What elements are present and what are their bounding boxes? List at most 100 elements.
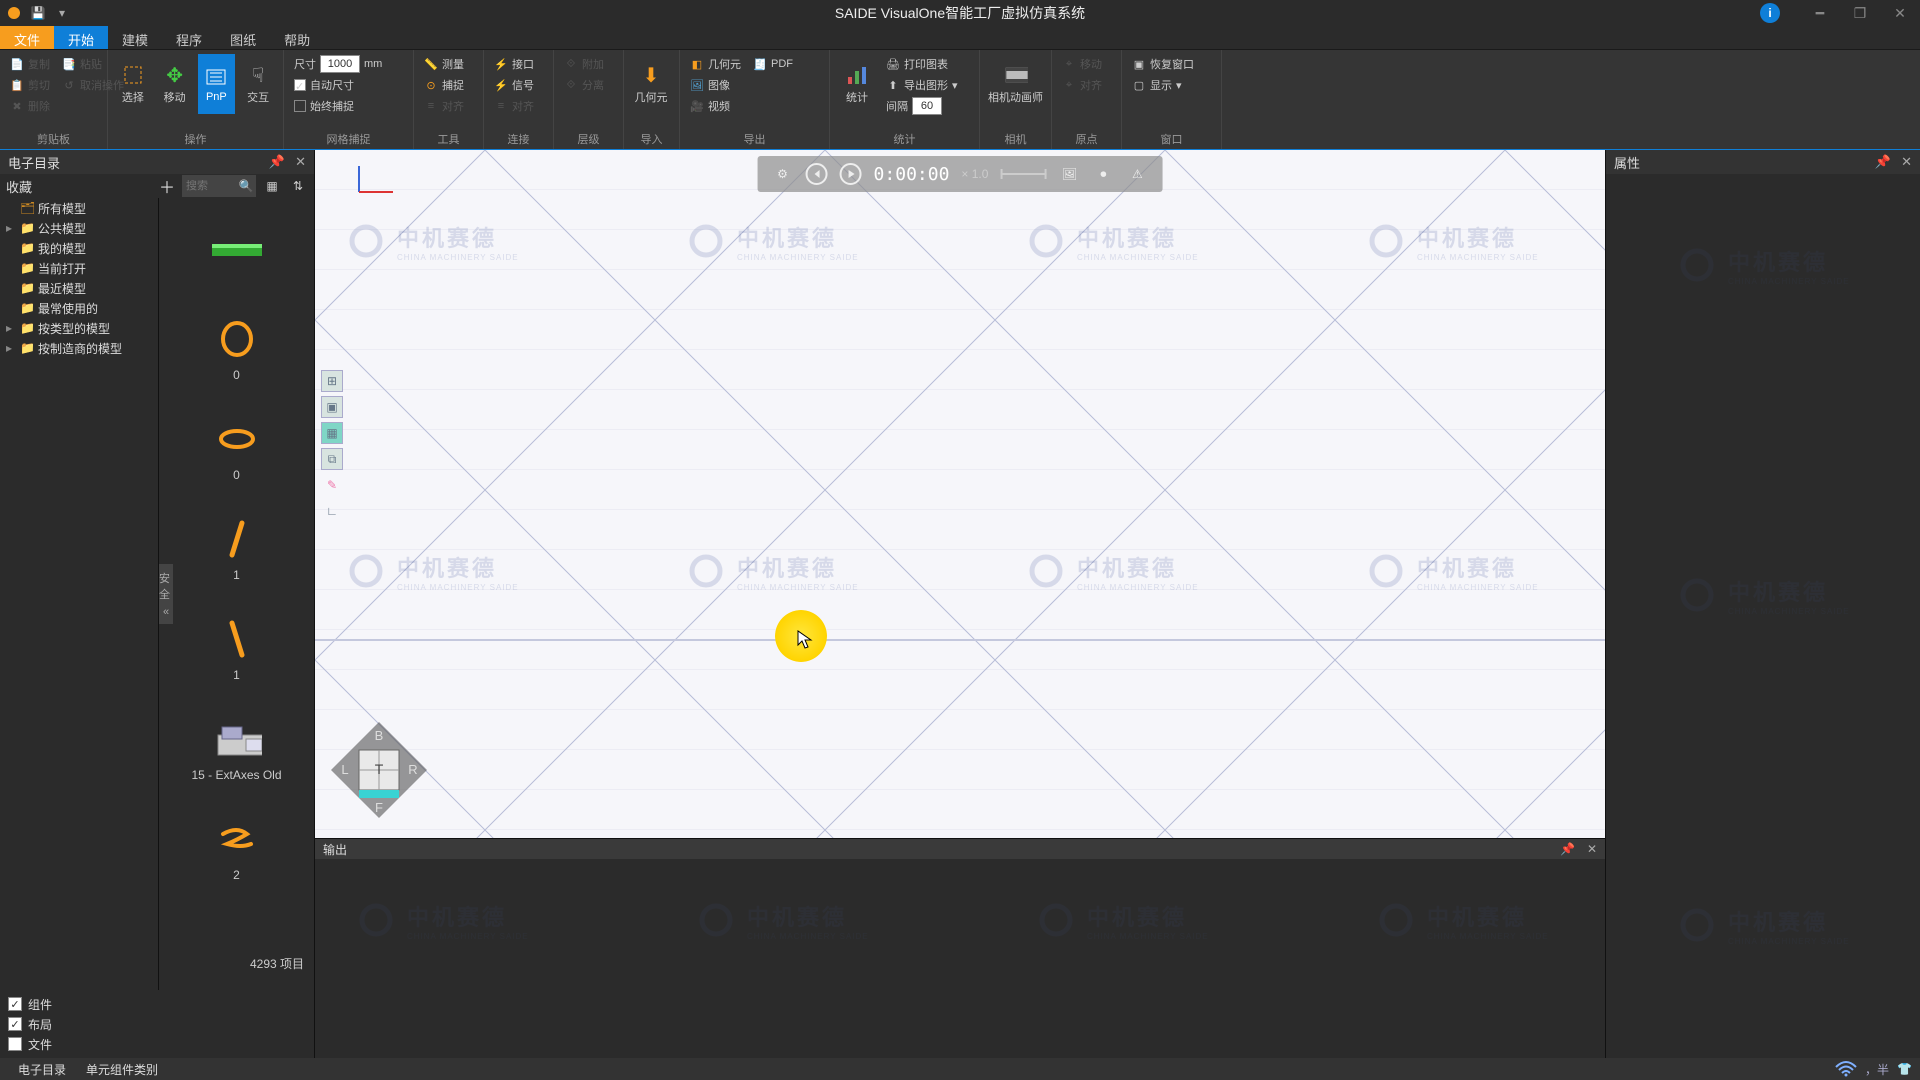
menu-file[interactable]: 文件 — [0, 26, 54, 49]
maximize-button[interactable]: ❐ — [1840, 0, 1880, 26]
vp-tool-5[interactable]: ✎ — [321, 474, 343, 496]
pin-icon[interactable]: 📌 — [269, 154, 285, 170]
snap-button[interactable]: ⊙捕捉 — [420, 75, 468, 95]
always-snap-check[interactable]: 始终捕捉 — [290, 96, 407, 116]
snapshot-icon[interactable]: 🖼 — [1058, 163, 1080, 185]
menu-start[interactable]: 开始 — [54, 26, 108, 49]
rewind-button[interactable] — [806, 163, 828, 185]
auto-size-check[interactable]: ✓自动尺寸 — [290, 75, 407, 95]
list-item[interactable]: 0 — [159, 298, 314, 398]
export-pdf-button[interactable]: 🧾PDF — [749, 54, 797, 74]
status-tab-catalog[interactable]: 电子目录 — [8, 1059, 76, 1080]
info-button[interactable]: i — [1760, 3, 1780, 23]
pnp-button[interactable]: PnP — [198, 54, 236, 114]
menu-program[interactable]: 程序 — [162, 26, 216, 49]
item-count: 4293 项目 — [250, 955, 304, 972]
view-cube[interactable]: T B L R F — [325, 716, 433, 824]
tree-item[interactable]: 🗂所有模型 — [0, 198, 158, 218]
vp-tool-2[interactable]: ▣ — [321, 396, 343, 418]
check-component[interactable]: ✓组件 — [8, 994, 306, 1014]
measure-button[interactable]: 📏测量 — [420, 54, 468, 74]
interval-input[interactable] — [912, 97, 942, 115]
select-button[interactable]: 选择 — [114, 54, 152, 114]
tree-item[interactable]: ▸📁按制造商的模型 — [0, 338, 158, 358]
origin-move-button: ⌖移动 — [1058, 54, 1106, 74]
move-icon: ✥ — [163, 63, 187, 87]
stats-button[interactable]: 统计 — [836, 54, 878, 114]
viewport-3d[interactable]: 中机赛德CHINA MACHINERY SAIDE 中机赛德CHINA MACH… — [315, 150, 1605, 838]
side-tab[interactable]: 安全« — [159, 564, 173, 624]
record-icon[interactable]: ⏺ — [1092, 163, 1114, 185]
vp-tool-1[interactable]: ⊞ — [321, 370, 343, 392]
tree-item[interactable]: 📁最近模型 — [0, 278, 158, 298]
export-geometry-button[interactable]: ◧几何元 — [686, 54, 745, 74]
app-icon — [6, 5, 22, 21]
warn-toggle-icon[interactable]: ⚠ — [1126, 163, 1148, 185]
add-favorite-button[interactable]: ＋ — [158, 177, 176, 195]
tree-item[interactable]: 📁当前打开 — [0, 258, 158, 278]
import-geometry-button[interactable]: ⬇几何元 — [630, 54, 672, 114]
list-item[interactable]: 1 — [159, 598, 314, 698]
status-bar: 电子目录 单元组件类别 ，半 👕 — [0, 1058, 1920, 1080]
move-button[interactable]: ✥移动 — [156, 54, 194, 114]
close-panel-icon[interactable]: ✕ — [295, 154, 306, 170]
tree-item[interactable]: 📁我的模型 — [0, 238, 158, 258]
play-button[interactable] — [840, 163, 862, 185]
interact-button[interactable]: ☟交互 — [239, 54, 277, 114]
print-stats-button[interactable]: 🖨打印图表 — [882, 54, 962, 74]
main-area: 电子目录 📌 ✕ 收藏 ＋ 🔍 ▦ ⇅ 🗂所有模型 ▸📁公共模型 📁我的模型 📁当… — [0, 150, 1920, 1058]
restore-window-button[interactable]: ▣恢复窗口 — [1128, 54, 1198, 74]
time-display: 0:00:00 — [874, 164, 950, 185]
list-item[interactable]: 1 — [159, 498, 314, 598]
dimension-row: 尺寸mm — [290, 54, 407, 74]
favorites-label: 收藏 — [6, 177, 152, 196]
tree-item[interactable]: ▸📁按类型的模型 — [0, 318, 158, 338]
menu-drawing[interactable]: 图纸 — [216, 26, 270, 49]
signal-button[interactable]: ⚡信号 — [490, 75, 538, 95]
dimension-input[interactable] — [320, 55, 360, 73]
tree-item[interactable]: 📁最常使用的 — [0, 298, 158, 318]
grid-view-button[interactable]: ▦ — [262, 175, 282, 197]
interface-button[interactable]: ⚡接口 — [490, 54, 538, 74]
title-bar: 💾 ▾ SAIDE VisualOne智能工厂虚拟仿真系统 i ━ ❐ ✕ — [0, 0, 1920, 26]
menu-help[interactable]: 帮助 — [270, 26, 324, 49]
menu-bar: 文件 开始 建模 程序 图纸 帮助 — [0, 26, 1920, 50]
list-item[interactable]: 2 — [159, 798, 314, 898]
align-conn-button: ≡对齐 — [490, 96, 538, 116]
time-slider[interactable] — [1000, 173, 1046, 175]
interval-row: 间隔 — [882, 96, 962, 116]
export-stats-button[interactable]: ⬆导出图形▾ — [882, 75, 962, 95]
status-tab-unit[interactable]: 单元组件类别 — [76, 1059, 168, 1080]
export-image-button[interactable]: 🖼图像 — [686, 75, 745, 95]
tree-item[interactable]: ▸📁公共模型 — [0, 218, 158, 238]
export-video-button[interactable]: 🎥视频 — [686, 96, 745, 116]
search-icon[interactable]: 🔍 — [236, 179, 256, 193]
dropdown-icon[interactable]: ▾ — [54, 5, 70, 21]
pin-icon[interactable]: 📌 — [1560, 842, 1575, 856]
detach-button: ⟐分离 — [560, 75, 608, 95]
check-layout[interactable]: ✓布局 — [8, 1014, 306, 1034]
close-props-icon[interactable]: ✕ — [1901, 154, 1912, 170]
minimize-button[interactable]: ━ — [1800, 0, 1840, 26]
vp-tool-6[interactable]: ∟ — [321, 500, 343, 522]
menu-model[interactable]: 建模 — [108, 26, 162, 49]
svg-text:T: T — [375, 761, 384, 777]
check-file[interactable]: 文件 — [8, 1034, 306, 1054]
pin-icon[interactable]: 📌 — [1875, 154, 1891, 170]
vp-tool-4[interactable]: ⧉ — [321, 448, 343, 470]
list-item[interactable]: 15 - ExtAxes Old — [159, 698, 314, 798]
close-button[interactable]: ✕ — [1880, 0, 1920, 26]
list-item[interactable] — [159, 198, 314, 298]
save-icon[interactable]: 💾 — [30, 5, 46, 21]
sort-button[interactable]: ⇅ — [288, 175, 308, 197]
search-input[interactable] — [182, 180, 236, 192]
catalog-title: 电子目录 — [8, 153, 60, 172]
settings-icon[interactable]: ⚙ — [772, 163, 794, 185]
viewport-side-toolbar: ⊞ ▣ ▦ ⧉ ✎ ∟ — [321, 370, 343, 522]
delete-button: ✖删除 — [6, 96, 54, 116]
vp-tool-3[interactable]: ▦ — [321, 422, 343, 444]
close-output-icon[interactable]: ✕ — [1587, 842, 1597, 856]
camera-animator-button[interactable]: 相机动画师 — [986, 54, 1045, 114]
show-button[interactable]: ▢显示▾ — [1128, 75, 1198, 95]
list-item[interactable]: 0 — [159, 398, 314, 498]
